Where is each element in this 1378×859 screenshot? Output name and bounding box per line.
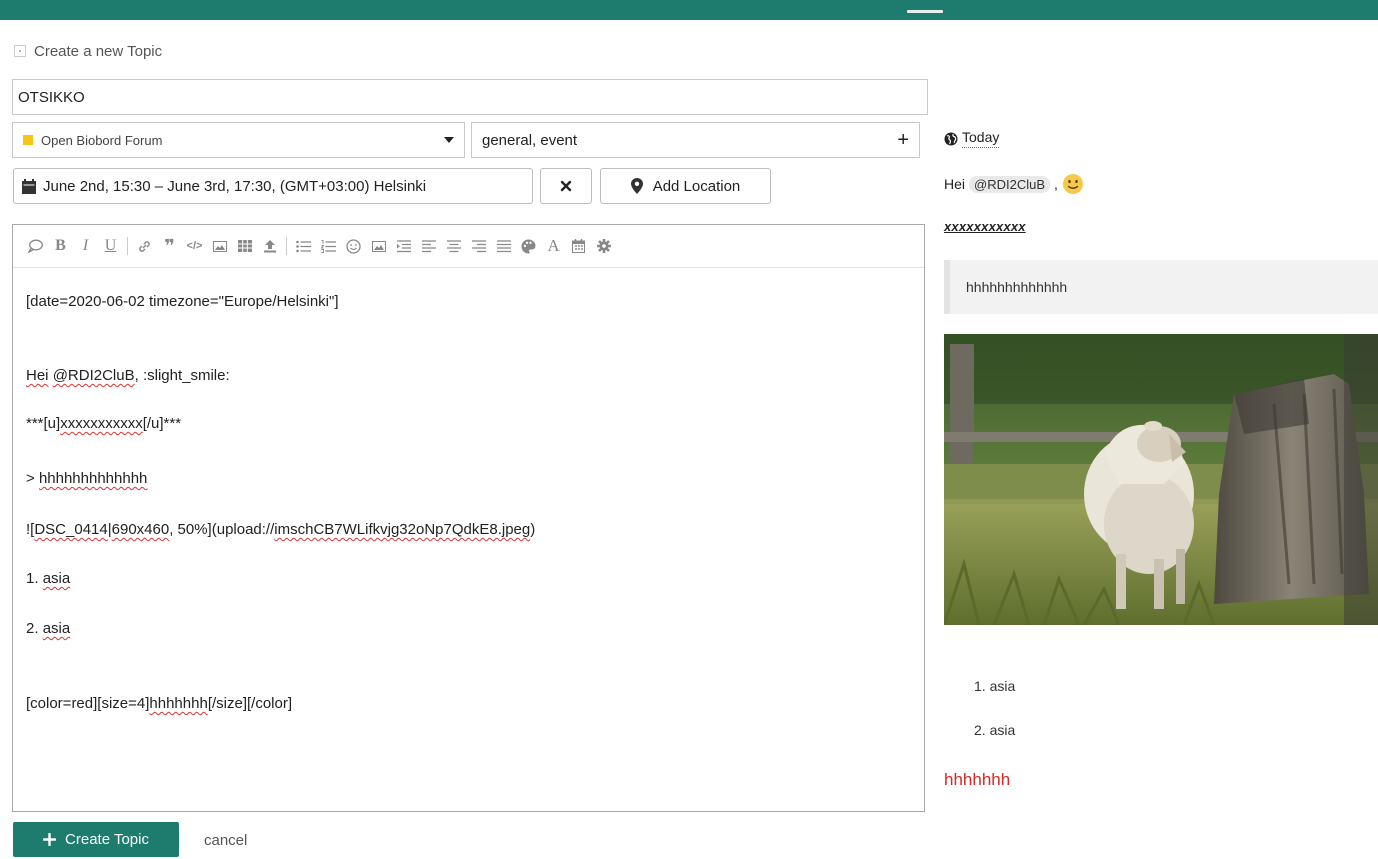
comment-icon[interactable] <box>23 234 48 258</box>
composer-action-icon[interactable] <box>14 45 26 57</box>
align-left-icon[interactable] <box>416 234 441 258</box>
preview-date: Today <box>944 129 1000 148</box>
preview-underlined-text: xxxxxxxxxxx <box>944 219 1026 234</box>
editor-mention-text: @RDI2CluB <box>52 367 135 384</box>
category-dropdown[interactable]: Open Biobord Forum <box>12 122 465 158</box>
editor-u-prefix: ***[u] <box>26 415 61 432</box>
editor-toolbar: B I U ❞ </> A <box>13 225 924 268</box>
underline-icon[interactable]: U <box>98 234 123 258</box>
event-date-label: June 2nd, 15:30 – June 3rd, 17:30, (GMT+… <box>43 177 427 195</box>
editor-line-list-2: 2. asia <box>26 620 70 637</box>
editor-color-c: [/size][/color] <box>207 695 293 712</box>
editor-li1-word: asia <box>42 570 71 587</box>
preview-mention[interactable]: @RDI2CluB <box>969 175 1051 193</box>
event-date-button[interactable]: June 2nd, 15:30 – June 3rd, 17:30, (GMT+… <box>13 168 533 204</box>
preview-greeting: Hei @RDI2CluB , <box>944 173 1084 195</box>
toolbar-divider <box>127 237 128 255</box>
editor-img-name: DSC_0414 <box>34 521 108 538</box>
plus-icon <box>43 833 57 846</box>
editor-color-b: hhhhhhh <box>149 695 208 712</box>
bold-icon[interactable]: B <box>48 234 73 258</box>
font-size-icon[interactable]: A <box>541 234 566 258</box>
editor-line-color: [color=red][size=4]hhhhhhh[/size][/color… <box>26 695 292 712</box>
editor-line-date: [date=2020-06-02 timezone="Europe/Helsin… <box>26 293 339 310</box>
editor-date-text: [date=2020-06-02 timezone="Europe/Helsin… <box>26 293 339 310</box>
category-color-swatch <box>23 135 33 145</box>
editor-line-list-1: 1. asia <box>26 570 70 587</box>
add-location-label: Add Location <box>652 177 741 195</box>
sheep-photo-illustration <box>944 334 1378 625</box>
topic-title-input[interactable] <box>12 79 928 115</box>
editor-li2-prefix: 2. <box>26 620 43 637</box>
create-topic-label: Create Topic <box>65 831 149 848</box>
preview-red-text: hhhhhhh <box>944 770 1011 789</box>
editor-quote-word: hhhhhhhhhhhhh <box>38 470 148 487</box>
markdown-editor[interactable]: B I U ❞ </> A [date=2020-06-02 timezone=… <box>12 224 925 812</box>
remove-event-button[interactable] <box>540 168 592 204</box>
resize-grip[interactable] <box>907 10 943 13</box>
indent-icon[interactable] <box>391 234 416 258</box>
justify-icon[interactable] <box>491 234 516 258</box>
editor-img-g: ) <box>530 521 536 538</box>
close-icon <box>560 180 572 192</box>
editor-img-file: imschCB7WLifkvjg32oNp7QdkE8.jpeg <box>274 521 531 538</box>
preview-blockquote: hhhhhhhhhhhhh <box>944 260 1378 314</box>
tags-value: general, event <box>482 131 578 149</box>
editor-img-e: , 50%](upload:// <box>169 521 275 538</box>
tags-input[interactable]: general, event + <box>471 122 920 158</box>
align-center-icon[interactable] <box>441 234 466 258</box>
preview-sheep-image <box>944 334 1378 625</box>
editor-hei-word: Hei <box>26 367 49 384</box>
image-icon[interactable] <box>207 234 232 258</box>
editor-img-size: 690x460 <box>111 521 170 538</box>
calendar-icon[interactable] <box>566 234 591 258</box>
editor-quote-prefix: > <box>26 470 39 487</box>
editor-color-a: [color=red][size=4] <box>26 695 150 712</box>
category-label: Open Biobord Forum <box>41 132 163 148</box>
code-icon[interactable]: </> <box>182 234 207 258</box>
gallery-icon[interactable] <box>366 234 391 258</box>
calendar-icon <box>22 178 36 194</box>
create-topic-button[interactable]: Create Topic <box>13 822 179 857</box>
toolbar-divider <box>286 237 287 255</box>
slight-smile-emoji-icon <box>1062 174 1083 194</box>
editor-hei-suffix: , :slight_smile: <box>134 367 230 384</box>
editor-u-suffix: [/u]*** <box>142 415 182 432</box>
editor-line-quote: > hhhhhhhhhhhhh <box>26 470 147 487</box>
quote-icon[interactable]: ❞ <box>157 234 182 258</box>
emoji-icon[interactable] <box>341 234 366 258</box>
composer-header-label: Create a new Topic <box>34 42 163 60</box>
preview-hei-text: Hei <box>944 176 966 192</box>
table-icon[interactable] <box>232 234 257 258</box>
upload-icon[interactable] <box>257 234 282 258</box>
palette-icon[interactable] <box>516 234 541 258</box>
editor-line-underline: ***[u]xxxxxxxxxxx[/u]*** <box>26 415 181 432</box>
editor-line-hei: Hei @RDI2CluB, :slight_smile: <box>26 367 230 384</box>
italic-icon[interactable]: I <box>73 234 98 258</box>
preview-today-label[interactable]: Today <box>962 129 1000 148</box>
add-location-button[interactable]: Add Location <box>600 168 771 204</box>
map-marker-icon <box>630 178 643 194</box>
preview-comma: , <box>1054 176 1058 192</box>
preview-list-item-2: 2. asia <box>974 722 1016 738</box>
bullet-list-icon[interactable] <box>291 234 316 258</box>
editor-u-word: xxxxxxxxxxx <box>60 415 143 432</box>
preview-quote-text: hhhhhhhhhhhhh <box>966 279 1068 295</box>
plus-icon[interactable]: + <box>897 130 909 150</box>
align-right-icon[interactable] <box>466 234 491 258</box>
cancel-link[interactable]: cancel <box>204 832 247 849</box>
editor-li1-prefix: 1. <box>26 570 43 587</box>
globe-icon <box>944 132 958 145</box>
editor-li2-word: asia <box>42 620 71 637</box>
preview-list-item-1: 1. asia <box>974 678 1016 694</box>
top-header-bar <box>0 0 1378 20</box>
link-icon[interactable] <box>132 234 157 258</box>
numbered-list-icon[interactable] <box>316 234 341 258</box>
editor-line-image: ![DSC_0414|690x460, 50%](upload://imschC… <box>26 521 535 538</box>
chevron-down-icon <box>444 137 454 143</box>
gear-icon[interactable] <box>591 234 616 258</box>
composer-header: Create a new Topic <box>14 41 162 61</box>
